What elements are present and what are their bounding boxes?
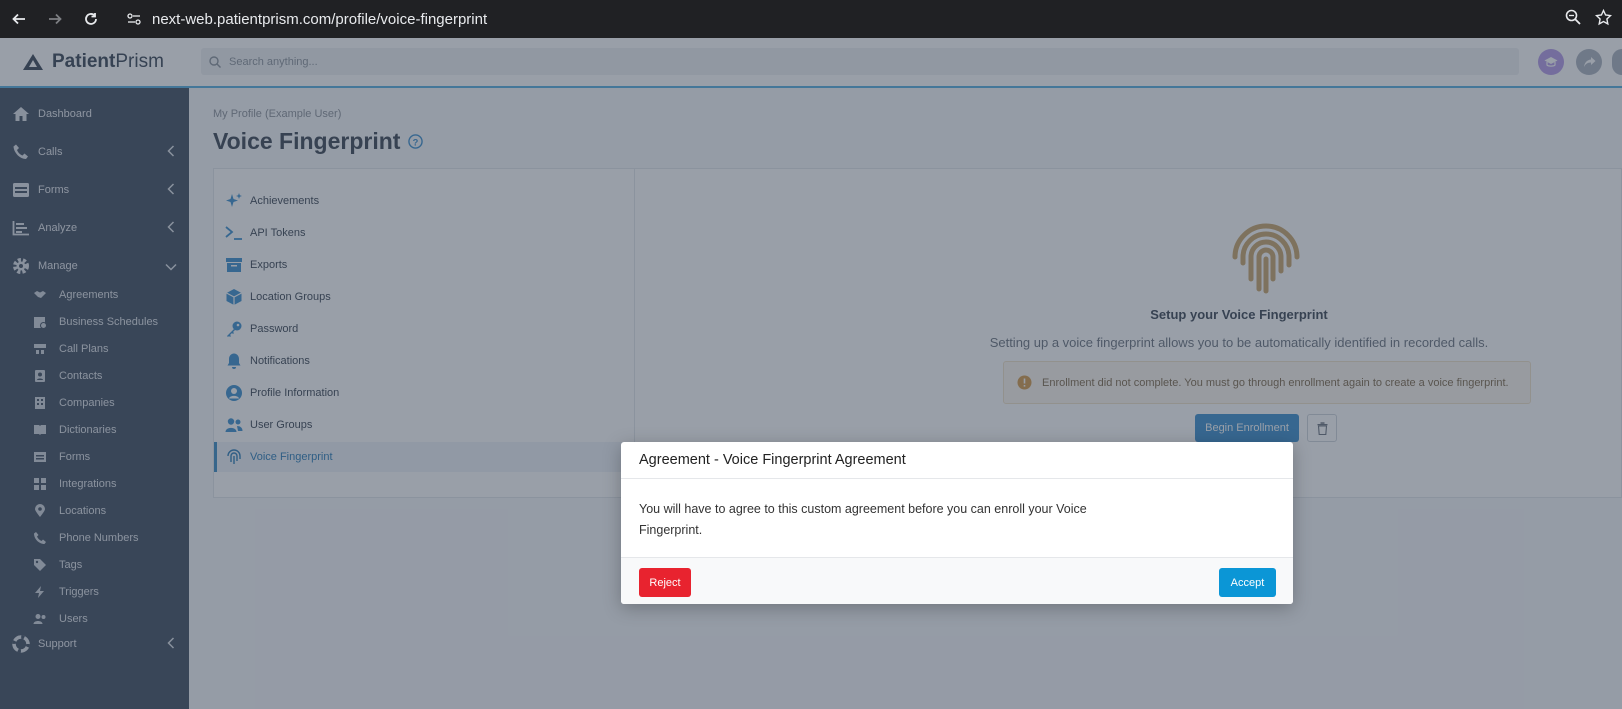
bookmark-star-icon[interactable] <box>1594 8 1613 31</box>
zoom-icon[interactable] <box>1565 9 1581 31</box>
modal-title: Agreement - Voice Fingerprint Agreement <box>621 442 1293 479</box>
reload-icon[interactable] <box>81 9 101 29</box>
modal-footer: Reject Accept <box>621 557 1293 604</box>
back-icon[interactable] <box>9 9 29 29</box>
modal-backdrop[interactable] <box>0 38 1622 709</box>
forward-icon[interactable] <box>45 9 65 29</box>
address-bar[interactable]: next-web.patientprism.com/profile/voice-… <box>116 4 1576 34</box>
accept-button[interactable]: Accept <box>1219 568 1276 597</box>
url-text[interactable]: next-web.patientprism.com/profile/voice-… <box>152 11 487 28</box>
agreement-modal: Agreement - Voice Fingerprint Agreement … <box>621 442 1293 604</box>
site-settings-icon[interactable] <box>124 9 144 29</box>
browser-toolbar: next-web.patientprism.com/profile/voice-… <box>0 0 1622 38</box>
reject-button[interactable]: Reject <box>639 568 691 597</box>
modal-body-text: You will have to agree to this custom ag… <box>639 502 1087 537</box>
